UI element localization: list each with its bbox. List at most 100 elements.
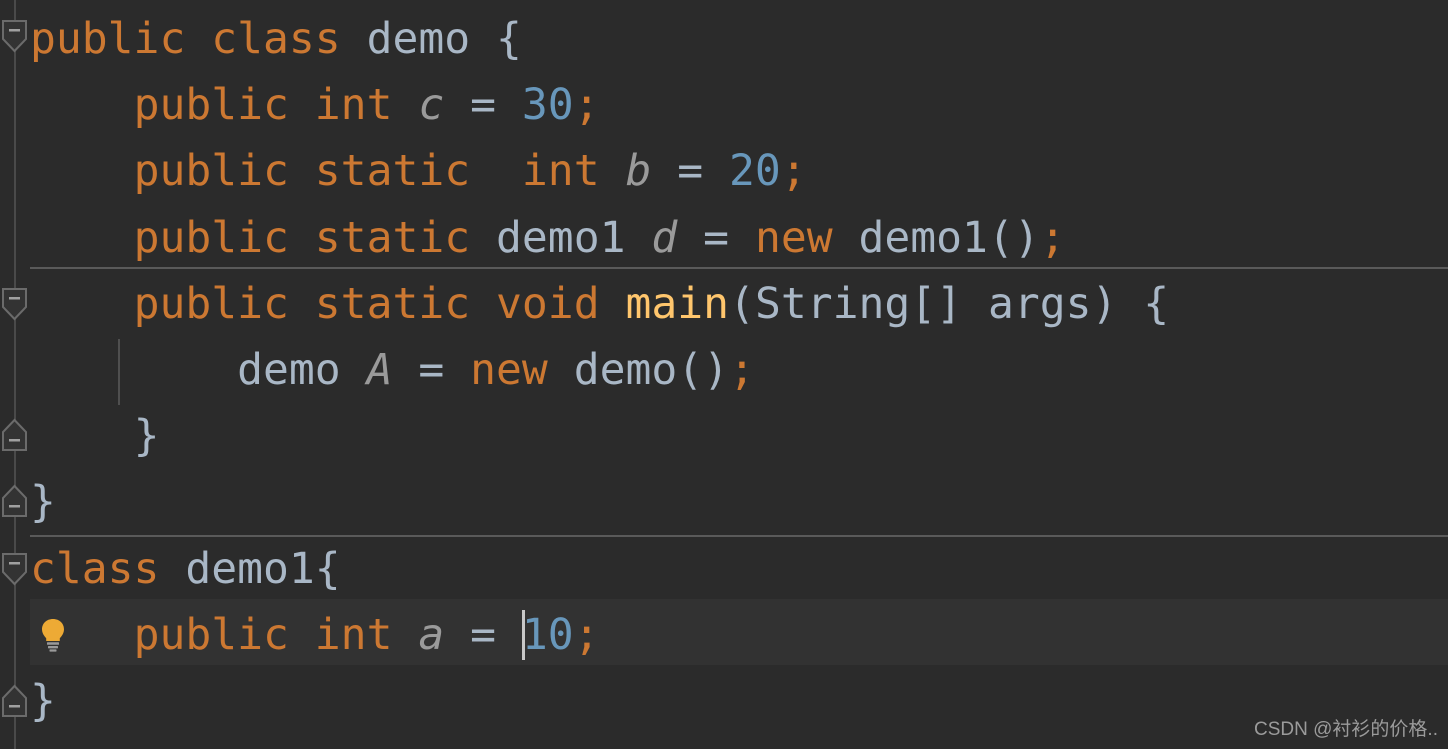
- editor-gutter[interactable]: [0, 0, 30, 749]
- token: ): [1091, 278, 1118, 329]
- token: =: [677, 146, 704, 197]
- code-editor[interactable]: public class demo { public int c = 30; p…: [0, 0, 1448, 749]
- token: static: [314, 278, 471, 329]
- lightbulb-icon: [42, 618, 64, 652]
- token: static: [314, 146, 471, 197]
- token: ;: [780, 146, 807, 197]
- token: demo1: [496, 212, 626, 263]
- token: demo: [366, 14, 471, 64]
- token: demo: [237, 345, 341, 395]
- fold-collapse-down-icon: [2, 553, 27, 586]
- token: =: [470, 80, 497, 131]
- code-line-8[interactable]: }: [30, 469, 56, 535]
- code-line-10[interactable]: public int a = 10;: [30, 602, 600, 668]
- fold-marker-line-9[interactable]: [1, 552, 28, 586]
- token: public: [30, 14, 186, 64]
- token: 10: [521, 609, 574, 660]
- token: new: [470, 345, 548, 395]
- token: public: [133, 278, 289, 329]
- token: A: [366, 345, 393, 395]
- csdn-watermark: CSDN @衬衫的价格..: [1254, 719, 1438, 740]
- code-text-area[interactable]: public class demo { public int c = 30; p…: [0, 0, 1448, 749]
- token: public: [133, 80, 289, 131]
- token: 20: [729, 146, 781, 197]
- code-line-1[interactable]: public class demo {: [30, 6, 522, 72]
- token: {: [314, 543, 341, 594]
- token: static: [314, 212, 471, 263]
- fold-collapse-down-icon: [2, 288, 27, 321]
- token: {: [496, 14, 522, 64]
- code-line-6[interactable]: demo A = new demo();: [30, 337, 755, 403]
- token: class: [30, 543, 160, 594]
- token: ;: [573, 80, 600, 131]
- fold-marker-line-7[interactable]: [1, 418, 28, 452]
- token: =: [418, 345, 445, 395]
- token: (): [677, 345, 730, 395]
- token: }: [30, 676, 56, 726]
- token: demo1: [185, 543, 315, 594]
- fold-collapse-down-icon: [2, 20, 27, 53]
- code-line-7[interactable]: }: [30, 403, 160, 469]
- code-line-11[interactable]: }: [30, 668, 56, 734]
- fold-marker-line-11[interactable]: [1, 684, 28, 718]
- code-line-3[interactable]: public static int b = 20;: [30, 138, 807, 204]
- fold-marker-line-8[interactable]: [1, 484, 28, 518]
- token: (: [729, 278, 755, 329]
- code-line-4[interactable]: public static demo1 d = new demo1();: [30, 205, 1066, 271]
- token: ;: [1039, 212, 1066, 263]
- fold-marker-line-1[interactable]: [1, 19, 28, 53]
- code-line-5[interactable]: public static void main(String[] args) {: [30, 271, 1170, 337]
- fold-collapse-up-icon: [2, 418, 27, 451]
- code-line-2[interactable]: public int c = 30;: [30, 72, 600, 138]
- token: (): [987, 212, 1040, 263]
- token: demo: [573, 345, 678, 395]
- token: int: [314, 609, 393, 660]
- token: public: [133, 212, 289, 263]
- token: main: [625, 278, 730, 329]
- token: new: [754, 212, 833, 263]
- token: public: [133, 146, 289, 197]
- code-line-9[interactable]: class demo1{: [30, 536, 341, 602]
- token: }: [133, 411, 160, 462]
- token: ;: [573, 609, 600, 660]
- token: =: [703, 212, 730, 263]
- text-caret: [521, 609, 525, 660]
- intention-bulb-button[interactable]: [38, 616, 68, 656]
- token: args: [987, 278, 1092, 329]
- gutter-vertical-rule: [14, 0, 16, 749]
- token: void: [496, 278, 600, 329]
- fold-collapse-up-icon: [2, 684, 27, 717]
- token: public: [133, 609, 289, 660]
- fold-marker-line-5[interactable]: [1, 287, 28, 321]
- token: String: [754, 278, 911, 329]
